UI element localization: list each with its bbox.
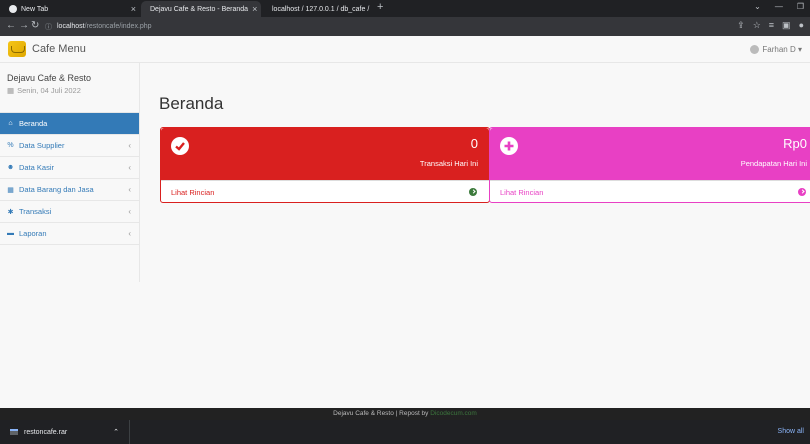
chevron-left-icon: ‹ xyxy=(128,163,131,172)
download-bar: restoncafe.rar ⌃ Show all xyxy=(0,420,810,444)
top-navbar: Cafe Menu Farhan D ▾ xyxy=(0,36,810,63)
sidebar-item-label: Data Barang dan Jasa xyxy=(19,185,94,194)
new-tab-button[interactable]: + xyxy=(377,1,383,13)
sidebar-item-label: Laporan xyxy=(19,229,47,238)
tab-strip: New Tab × Dejavu Cafe & Resto - Beranda … xyxy=(0,0,810,17)
folder-icon: ▬ xyxy=(7,230,14,237)
download-filename: restoncafe.rar xyxy=(24,428,68,436)
home-icon: ⌂ xyxy=(8,120,13,127)
user-icon xyxy=(750,45,760,54)
page: Cafe Menu Farhan D ▾ Dejavu Cafe & Resto… xyxy=(0,36,810,420)
sidebar-item-data-kasir[interactable]: ☻ Data Kasir ‹ xyxy=(0,157,139,179)
close-icon[interactable]: × xyxy=(252,4,257,14)
profile-icon[interactable]: ● xyxy=(799,20,804,31)
sidebar-item-laporan[interactable]: ▬ Laporan ‹ xyxy=(0,223,139,245)
cafe-logo-icon xyxy=(8,41,26,57)
archive-file-icon xyxy=(10,429,18,435)
footer-text: Dejavu Cafe & Resto | Repost by xyxy=(333,410,431,417)
show-all-button[interactable]: Show all xyxy=(778,428,804,435)
transaksi-card: 0 Transaksi Hari Ini Lihat Rincian xyxy=(160,127,490,203)
chevron-left-icon: ‹ xyxy=(128,229,131,238)
chevron-left-icon: ‹ xyxy=(128,185,131,194)
brand-label: Cafe Menu xyxy=(32,43,86,55)
download-item[interactable]: restoncafe.rar ⌃ xyxy=(0,420,130,444)
toolbar-icons: ⇪ ☆ ≡ ▣ ● xyxy=(737,20,804,31)
star-icon[interactable]: ☆ xyxy=(753,20,761,31)
card-label: Pendapatan Hari Ini xyxy=(740,159,807,168)
pendapatan-card: Rp0 Pendapatan Hari Ini Lihat Rincian xyxy=(489,127,810,203)
window-controls: ⌄ — ❐ xyxy=(754,2,804,11)
sidebar-item-label: Beranda xyxy=(19,119,48,128)
forward-icon[interactable]: → xyxy=(19,20,29,31)
sidebar-item-label: Data Kasir xyxy=(19,163,55,172)
minimize-icon[interactable]: — xyxy=(775,2,783,11)
view-details-link[interactable]: Lihat Rincian xyxy=(171,188,214,197)
card-header: Rp0 Pendapatan Hari Ini xyxy=(490,128,810,180)
url-input[interactable]: ⓘ localhost/restoncafe/index.php xyxy=(45,20,765,33)
date-text: Senin, 04 Juli 2022 xyxy=(17,86,81,95)
sidebar-item-beranda[interactable]: ⌂ Beranda xyxy=(0,113,139,135)
sidebar: Dejavu Cafe & Resto ▦ Senin, 04 Juli 202… xyxy=(0,63,140,282)
arrow-right-circle-icon xyxy=(798,188,806,196)
tab-new-tab[interactable]: New Tab × xyxy=(4,1,141,17)
tab-phpmyadmin[interactable]: localhost / 127.0.0.1 / db_cafe / × xyxy=(263,1,373,17)
main-content: Beranda 0 Transaksi Hari Ini Lihat Rinci… xyxy=(148,63,810,408)
sidebar-title: Dejavu Cafe & Resto xyxy=(7,73,92,83)
arrow-right-circle-icon xyxy=(469,188,477,196)
sidebar-item-data-supplier[interactable]: % Data Supplier ‹ xyxy=(0,135,139,157)
chevron-up-icon[interactable]: ⌃ xyxy=(113,428,119,436)
extensions-icon[interactable]: ≡ xyxy=(769,20,774,31)
gear-icon: ✱ xyxy=(7,208,14,216)
restore-icon[interactable]: ❐ xyxy=(797,2,804,11)
chevron-down-icon[interactable]: ⌄ xyxy=(754,2,761,11)
card-value: Rp0 xyxy=(783,136,807,151)
card-label: Transaksi Hari Ini xyxy=(419,159,478,168)
view-details-link[interactable]: Lihat Rincian xyxy=(500,188,543,197)
page-title: Beranda xyxy=(159,94,224,113)
chevron-left-icon: ‹ xyxy=(128,141,131,150)
calendar-icon: ▦ xyxy=(7,86,15,95)
footer-link[interactable]: Dicodecum.com xyxy=(430,410,477,417)
tab-title: New Tab xyxy=(21,5,49,13)
card-value: 0 xyxy=(470,136,478,151)
url-host: localhost xyxy=(57,23,85,30)
reload-icon[interactable]: ↻ xyxy=(31,20,39,31)
url-path: /restoncafe/index.php xyxy=(84,23,152,30)
chrome-icon xyxy=(9,5,17,13)
card-header: 0 Transaksi Hari Ini xyxy=(161,128,489,180)
sidebar-date: ▦ Senin, 04 Juli 2022 xyxy=(7,86,132,95)
check-circle-icon xyxy=(171,137,189,155)
browser-window: New Tab × Dejavu Cafe & Resto - Beranda … xyxy=(0,0,810,444)
sidebar-item-label: Data Supplier xyxy=(19,141,65,150)
address-bar: ← → ↻ ⓘ localhost/restoncafe/index.php ⇪… xyxy=(0,17,810,36)
user-menu[interactable]: Farhan D ▾ xyxy=(750,45,802,54)
share-icon[interactable]: ⇪ xyxy=(737,20,745,31)
info-icon[interactable]: ⓘ xyxy=(45,22,52,32)
card-footer-link[interactable]: Lihat Rincian xyxy=(161,180,489,203)
sidebar-item-transaksi[interactable]: ✱ Transaksi ‹ xyxy=(0,201,139,223)
tab-dejavu-cafe[interactable]: Dejavu Cafe & Resto - Beranda × xyxy=(141,1,261,17)
close-icon[interactable]: × xyxy=(131,4,136,14)
users-icon: ☻ xyxy=(6,164,15,171)
sidebar-header: Dejavu Cafe & Resto ▦ Senin, 04 Juli 202… xyxy=(0,63,139,113)
sidebar-item-data-barang[interactable]: ▦ Data Barang dan Jasa ‹ xyxy=(0,179,139,201)
sidepanel-icon[interactable]: ▣ xyxy=(782,20,791,31)
percent-icon: % xyxy=(7,142,14,149)
tab-title: localhost / 127.0.0.1 / db_cafe / xyxy=(272,5,370,13)
tab-title: Dejavu Cafe & Resto - Beranda xyxy=(150,5,249,13)
page-footer: Dejavu Cafe & Resto | Repost by Dicodecu… xyxy=(0,408,810,420)
grid-icon: ▦ xyxy=(7,186,14,194)
back-icon[interactable]: ← xyxy=(6,20,16,31)
navbar-brand[interactable]: Cafe Menu xyxy=(8,41,86,57)
user-name: Farhan D ▾ xyxy=(762,45,802,54)
plus-circle-icon xyxy=(500,137,518,155)
sidebar-item-label: Transaksi xyxy=(19,207,52,216)
chevron-left-icon: ‹ xyxy=(128,207,131,216)
card-footer-link[interactable]: Lihat Rincian xyxy=(490,180,810,203)
